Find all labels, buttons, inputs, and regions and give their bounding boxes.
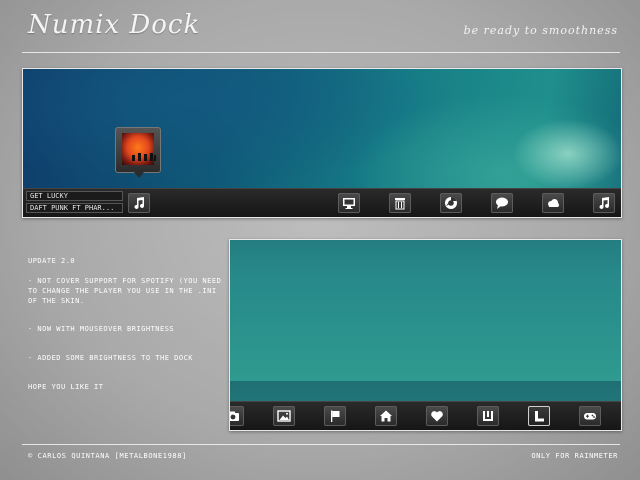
notes-item: - NOT COVER SUPPORT FOR SPOTIFY (YOU NEE… (28, 277, 222, 305)
app-tagline: be ready to smoothness (463, 24, 618, 37)
flag-icon (331, 410, 340, 422)
bottom-preview-panel (229, 239, 622, 431)
dock-button-cloud[interactable] (542, 193, 564, 213)
release-notes: UPDATE 2.0 - NOT COVER SUPPORT FOR SPOTI… (28, 256, 224, 392)
notes-closing: HOPE YOU LIKE IT (28, 383, 104, 391)
monitor-icon (343, 198, 355, 209)
music-note-icon (599, 197, 609, 209)
download-icon (483, 411, 493, 421)
chrome-icon (445, 197, 457, 209)
footer-note: ONLY FOR RAINMETER (531, 452, 618, 460)
dock-button-music-right[interactable] (593, 193, 615, 213)
dock-button-trash[interactable] (389, 193, 411, 213)
dock-button-gamepad[interactable] (579, 406, 601, 426)
trash-icon (395, 198, 405, 210)
footer-divider (22, 444, 620, 445)
dock-button-home[interactable] (375, 406, 397, 426)
home-icon (380, 410, 392, 422)
music-note-icon (134, 197, 144, 209)
chat-bubble-icon (496, 197, 508, 209)
dock-button-monitor[interactable] (338, 193, 360, 213)
dock-bar-top: GET LUCKY DAFT PUNK FT PHAR... (23, 188, 621, 217)
dock-button-camera[interactable] (230, 406, 244, 426)
notes-heading: UPDATE 2.0 (28, 257, 76, 265)
album-cover-figures (132, 152, 156, 161)
dock-button-download[interactable] (477, 406, 499, 426)
popup-caret (134, 172, 144, 178)
now-playing-track: GET LUCKY (26, 191, 123, 201)
gamepad-icon (584, 413, 596, 420)
dock-button-music[interactable] (128, 193, 150, 213)
dock-button-l-shape[interactable] (528, 406, 550, 426)
camera-icon (230, 411, 239, 421)
now-playing-artist: DAFT PUNK FT PHAR... (26, 203, 123, 213)
heart-icon (431, 411, 443, 422)
dock-button-image[interactable] (273, 406, 295, 426)
album-art-popup[interactable] (115, 127, 161, 178)
footer-credit: © CARLOS QUINTANA [METALBONE1988] (28, 452, 187, 460)
dock-bar-bottom (230, 401, 621, 430)
notes-item: - NOW WITH MOUSEOVER BRIGHTNESS (28, 325, 175, 333)
dock-button-chat[interactable] (491, 193, 513, 213)
dock-button-heart[interactable] (426, 406, 448, 426)
notes-item: - ADDED SOME BRIGHTNESS TO THE DOCK (28, 354, 194, 362)
cloud-icon (548, 199, 559, 207)
l-shape-icon (535, 411, 544, 422)
app-title: Numix Dock (28, 10, 201, 40)
image-icon (277, 410, 291, 422)
album-cover-image (122, 133, 156, 165)
header-divider (22, 52, 620, 53)
dock-button-flag[interactable] (324, 406, 346, 426)
dock-button-chrome[interactable] (440, 193, 462, 213)
top-preview-panel: GET LUCKY DAFT PUNK FT PHAR... (22, 68, 622, 218)
